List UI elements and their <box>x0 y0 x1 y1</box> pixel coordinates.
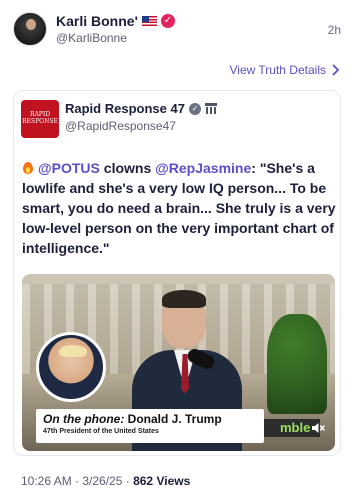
post-datetime: 10:26 AM · 3/26/25 · <box>21 474 134 488</box>
user-handle[interactable]: @KarliBonne <box>56 31 127 45</box>
chevron-right-icon <box>332 64 339 76</box>
caller-hair <box>59 345 87 357</box>
name-row: Karli Bonne' ✓ <box>56 12 175 30</box>
mention-repjasmine[interactable]: @RepJasmine <box>155 160 251 176</box>
post-text: @POTUS clowns @RepJasmine: "She's a lowl… <box>22 158 338 258</box>
verified-badge-icon: ✓ <box>188 102 201 115</box>
lower-third-label: On the phone: <box>43 412 125 426</box>
views-label: Views <box>153 474 191 488</box>
video-thumbnail[interactable]: On the phone: Donald J. Trump 47th Presi… <box>22 274 335 451</box>
display-name[interactable]: Karli Bonne' <box>56 13 138 29</box>
view-truth-details-label: View Truth Details <box>229 63 327 77</box>
rapid-response-logo[interactable]: RAPID RESPONSE <box>21 100 59 138</box>
fire-icon <box>22 160 34 174</box>
card-display-name[interactable]: Rapid Response 47 <box>65 101 185 116</box>
background-plant <box>267 314 327 414</box>
us-flag-icon <box>141 16 157 26</box>
views-count: 862 <box>133 474 154 488</box>
lower-third-name: Donald J. Trump <box>127 412 222 426</box>
verified-badge-icon: ✓ <box>160 14 175 28</box>
caller-inset-photo <box>36 332 106 402</box>
avatar[interactable] <box>13 12 47 46</box>
post-timestamp: 2h <box>327 23 341 37</box>
post-text-part1: clowns <box>99 160 156 176</box>
lower-third-title: On the phone: Donald J. Trump <box>43 412 257 426</box>
view-truth-details-link[interactable]: View Truth Details <box>230 63 341 77</box>
presenter-hair <box>162 290 206 308</box>
lower-third-subtitle: 47th President of the United States <box>43 428 159 435</box>
speaker-muted-icon[interactable] <box>311 422 325 434</box>
post-header: Karli Bonne' ✓ @KarliBonne 2h <box>0 0 354 56</box>
government-building-icon <box>204 103 217 114</box>
quoted-post-card[interactable]: RAPID RESPONSE Rapid Response 47 ✓ @Rapid… <box>13 90 341 456</box>
lower-third-caption: On the phone: Donald J. Trump 47th Presi… <box>36 409 264 443</box>
card-handle[interactable]: @RapidResponse47 <box>65 119 176 133</box>
card-name-row: Rapid Response 47 ✓ <box>65 101 217 116</box>
post-meta: 10:26 AM · 3/26/25 · 862 Views <box>21 474 190 488</box>
avatar-face <box>26 19 36 30</box>
mention-potus[interactable]: @POTUS <box>38 160 100 176</box>
